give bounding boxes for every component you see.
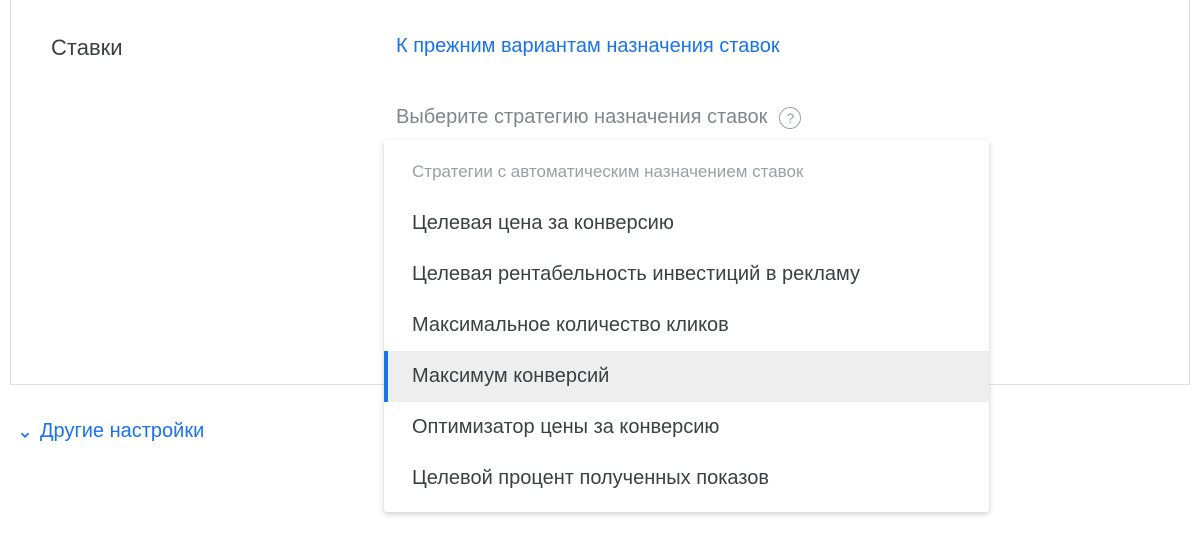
- strategy-option[interactable]: Целевая рентабельность инвестиций в рекл…: [384, 249, 989, 300]
- other-settings-toggle[interactable]: Другие настройки: [18, 420, 204, 443]
- strategy-option[interactable]: Целевая цена за конверсию: [384, 198, 989, 249]
- other-settings-label: Другие настройки: [40, 420, 204, 443]
- subheading-row: Выберите стратегию назначения ставок ?: [396, 106, 801, 129]
- strategy-option[interactable]: Целевой процент полученных показов: [384, 453, 989, 504]
- strategy-option[interactable]: Оптимизатор цены за конверсию: [384, 402, 989, 453]
- help-icon[interactable]: ?: [779, 107, 801, 129]
- chevron-down-icon: [18, 425, 32, 439]
- section-label: Ставки: [51, 35, 123, 61]
- select-strategy-label: Выберите стратегию назначения ставок: [396, 106, 767, 129]
- strategy-dropdown: Стратегии с автоматическим назначением с…: [384, 140, 989, 512]
- content-column: К прежним вариантам назначения ставок Вы…: [396, 35, 801, 129]
- strategy-option[interactable]: Максимальное количество кликов: [384, 300, 989, 351]
- strategy-option[interactable]: Максимум конверсий: [384, 351, 989, 402]
- dropdown-group-label: Стратегии с автоматическим назначением с…: [384, 162, 989, 198]
- back-to-previous-link[interactable]: К прежним вариантам назначения ставок: [396, 35, 780, 58]
